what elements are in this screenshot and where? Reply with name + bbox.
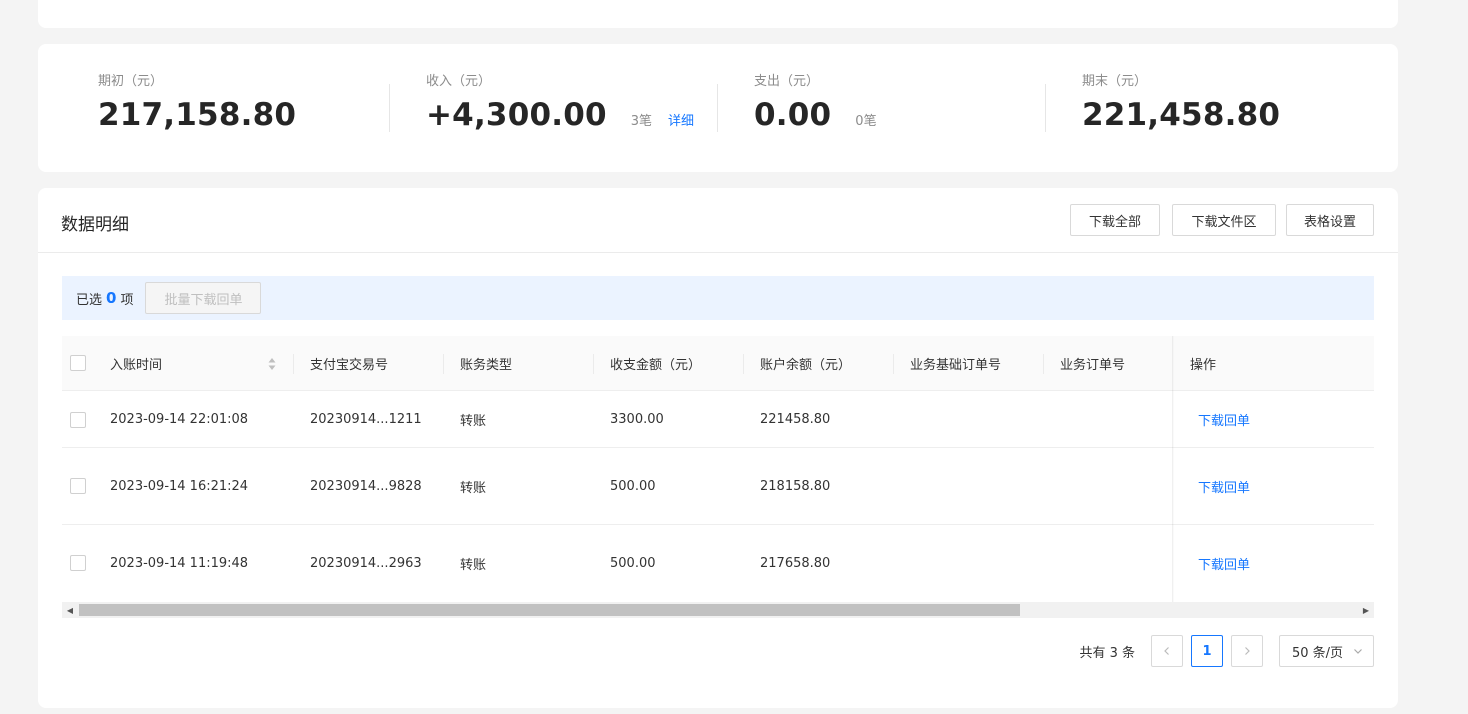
cell-base-order <box>894 392 910 447</box>
total-count: 共有 3 条 <box>1079 645 1135 661</box>
cell-time: 2023-09-14 11:19:48 <box>110 556 249 571</box>
stat-opening-label: 期初（元） <box>98 74 164 89</box>
stat-closing: 期末（元） 221,458.80 <box>1082 70 1280 133</box>
table-row: 2023-09-14 11:19:48 20230914...2963 转账 5… <box>62 525 1374 602</box>
cell-type: 转账 <box>460 414 487 429</box>
download-area-button[interactable]: 下载文件区 <box>1172 204 1276 236</box>
summary-card: 期初（元） 217,158.80 收入（元） +4,300.00 3笔 详细 支… <box>38 44 1398 172</box>
scroll-right-icon[interactable]: ▶ <box>1358 602 1374 618</box>
selection-prefix: 已选 <box>76 292 103 308</box>
detail-title: 数据明细 <box>61 215 129 235</box>
fixed-column-shadow <box>1172 336 1174 602</box>
cell-trade-no: 20230914...9828 <box>310 478 422 494</box>
stat-opening: 期初（元） 217,158.80 <box>98 70 296 133</box>
row-checkbox[interactable] <box>70 478 86 494</box>
download-receipt-link[interactable]: 下载回单 <box>1182 448 1250 524</box>
cell-trade-no: 20230914...1211 <box>310 412 422 427</box>
column-header-amount: 收支金额（元） <box>610 358 702 373</box>
cell-time: 2023-09-14 22:01:08 <box>110 412 249 427</box>
selection-count: 0 <box>106 289 117 307</box>
stat-expense-label: 支出（元） <box>754 74 820 89</box>
cell-order <box>1044 448 1060 524</box>
select-all-checkbox[interactable] <box>70 355 86 371</box>
cell-amount: 3300.00 <box>610 412 664 427</box>
pagination: 共有 3 条 1 50 条/页 <box>1079 635 1374 667</box>
stat-opening-value: 217,158.80 <box>98 97 297 133</box>
stat-expense-value: 0.00 <box>754 97 832 133</box>
scrollbar-thumb[interactable] <box>79 604 1020 616</box>
column-header-base-order: 业务基础订单号 <box>910 358 1002 373</box>
page-size-value: 50 条/页 <box>1292 645 1344 661</box>
income-detail-link[interactable]: 详细 <box>668 110 694 129</box>
table-row: 2023-09-14 16:21:24 20230914...9828 转账 5… <box>62 448 1374 525</box>
horizontal-scrollbar[interactable]: ◀ ▶ <box>62 602 1374 618</box>
table-row: 2023-09-14 22:01:08 20230914...1211 转账 3… <box>62 392 1374 448</box>
detail-card: 数据明细 下载全部 下载文件区 表格设置 已选 0 项 批量下载回单 入账时间 … <box>38 188 1398 708</box>
cell-base-order <box>894 448 910 524</box>
cell-order <box>1044 392 1060 447</box>
chevron-left-icon <box>1164 647 1169 655</box>
header-divider <box>38 252 1398 253</box>
column-header-action: 操作 <box>1190 358 1217 373</box>
cell-time: 2023-09-14 16:21:24 <box>110 478 249 494</box>
batch-download-button[interactable]: 批量下载回单 <box>145 282 262 314</box>
chevron-right-icon <box>1245 647 1250 655</box>
stat-expense-count: 0笔 <box>855 114 877 129</box>
column-header-balance: 账户余额（元） <box>760 358 852 373</box>
column-header-order: 业务订单号 <box>1060 358 1126 373</box>
stat-closing-value: 221,458.80 <box>1082 97 1281 133</box>
prev-page-button[interactable] <box>1151 635 1183 667</box>
stat-divider <box>389 84 390 132</box>
stat-income-value: +4,300.00 <box>426 97 607 133</box>
sort-icon[interactable] <box>268 357 276 371</box>
table-settings-button[interactable]: 表格设置 <box>1286 204 1374 236</box>
top-card <box>38 0 1398 28</box>
cell-order <box>1044 525 1060 602</box>
stat-income: 收入（元） +4,300.00 3笔 详细 <box>426 70 694 133</box>
row-checkbox[interactable] <box>70 555 86 571</box>
next-page-button[interactable] <box>1231 635 1263 667</box>
stat-divider <box>717 84 718 132</box>
stat-expense: 支出（元） 0.00 0笔 <box>754 70 877 133</box>
cell-balance: 218158.80 <box>760 478 831 494</box>
stat-divider <box>1045 84 1046 132</box>
cell-balance: 221458.80 <box>760 412 831 427</box>
selection-bar: 已选 0 项 批量下载回单 <box>62 276 1374 320</box>
detail-table: 入账时间 支付宝交易号 账务类型 收支金额（元） 账户余额（元） 业务基础订单号… <box>62 336 1374 602</box>
cell-type: 转账 <box>460 558 487 573</box>
table-header: 入账时间 支付宝交易号 账务类型 收支金额（元） 账户余额（元） 业务基础订单号… <box>62 336 1374 391</box>
download-receipt-link[interactable]: 下载回单 <box>1182 525 1250 602</box>
row-checkbox[interactable] <box>70 412 86 428</box>
chevron-down-icon <box>1354 649 1362 654</box>
cell-trade-no: 20230914...2963 <box>310 556 422 571</box>
stat-closing-label: 期末（元） <box>1082 74 1148 89</box>
cell-amount: 500.00 <box>610 478 656 494</box>
download-receipt-link[interactable]: 下载回单 <box>1182 392 1250 447</box>
cell-type: 转账 <box>460 480 487 496</box>
scroll-left-icon[interactable]: ◀ <box>62 602 78 618</box>
cell-amount: 500.00 <box>610 556 656 571</box>
column-header-type: 账务类型 <box>460 358 513 373</box>
column-header-time[interactable]: 入账时间 <box>94 336 294 391</box>
page-button-current[interactable]: 1 <box>1191 635 1223 667</box>
page-size-select[interactable]: 50 条/页 <box>1279 635 1374 667</box>
stat-income-label: 收入（元） <box>426 74 492 89</box>
column-header-trade-no: 支付宝交易号 <box>310 358 389 373</box>
cell-base-order <box>894 525 910 602</box>
stat-income-count: 3笔 <box>630 114 653 129</box>
cell-balance: 217658.80 <box>760 556 831 571</box>
selection-suffix: 项 <box>120 292 134 308</box>
download-all-button[interactable]: 下载全部 <box>1070 204 1160 236</box>
